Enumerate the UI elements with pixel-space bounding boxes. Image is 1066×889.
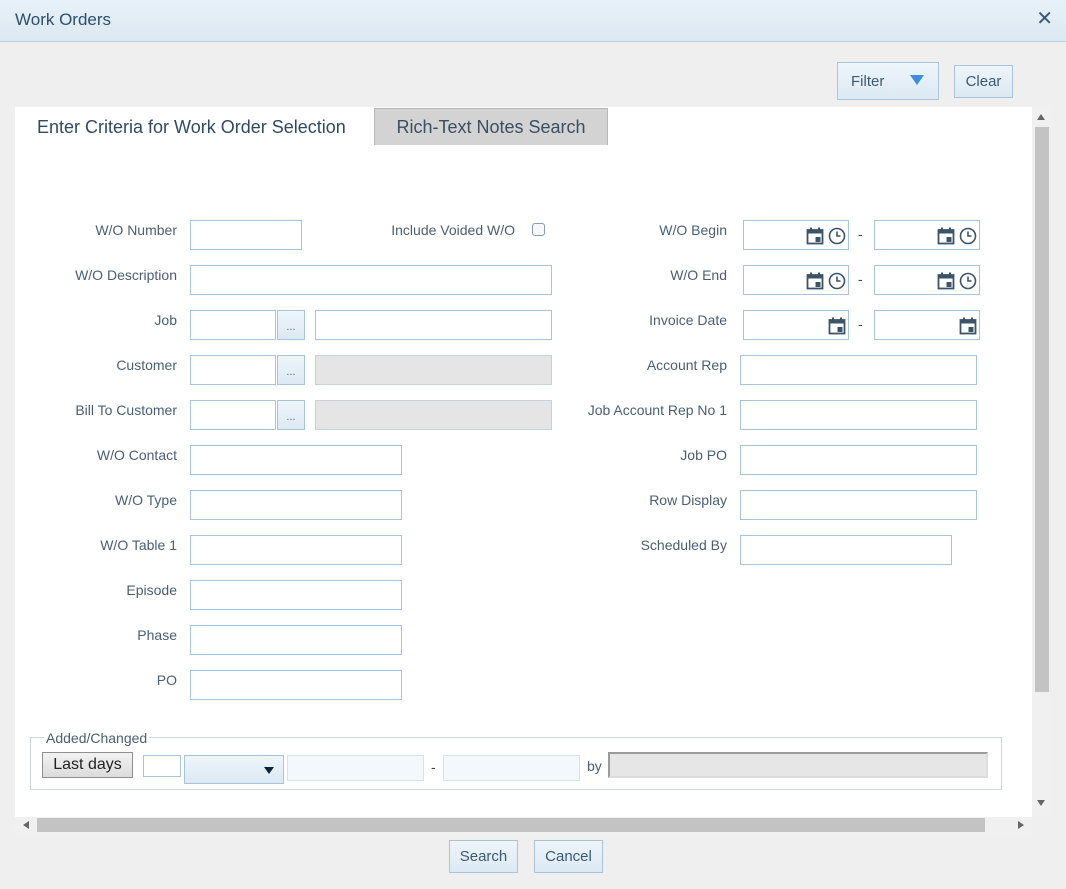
include-voided-label: Include Voided W/O — [391, 222, 515, 238]
calendar-icon[interactable] — [805, 270, 825, 292]
job-label: Job — [154, 312, 177, 328]
bill-to-customer-label: Bill To Customer — [75, 402, 177, 418]
wo-contact-input[interactable] — [190, 445, 402, 475]
last-days-button[interactable]: Last days — [42, 752, 133, 778]
period-select[interactable] — [184, 755, 284, 784]
horizontal-scrollbar[interactable] — [15, 817, 1032, 834]
bill-to-code-input[interactable] — [190, 400, 276, 430]
clock-icon[interactable] — [827, 270, 847, 292]
calendar-icon[interactable] — [827, 315, 847, 337]
po-label: PO — [156, 672, 177, 688]
bill-to-name-field — [315, 400, 552, 430]
wo-begin-to-input[interactable] — [874, 220, 980, 250]
job-account-rep-input[interactable] — [740, 400, 977, 430]
clock-icon[interactable] — [827, 225, 847, 247]
phase-input[interactable] — [190, 625, 402, 655]
wo-type-label: W/O Type — [115, 492, 177, 508]
job-lookup-button[interactable]: ... — [277, 310, 305, 340]
episode-input[interactable] — [190, 580, 402, 610]
wo-contact-label: W/O Contact — [96, 447, 177, 463]
vertical-scrollbar[interactable] — [1032, 107, 1050, 817]
title-bar: Work Orders ✕ — [0, 0, 1066, 42]
dropdown-caret-icon — [264, 767, 274, 774]
range-dash: - — [858, 316, 863, 332]
invoice-date-to-input[interactable] — [874, 310, 980, 340]
job-po-label: Job PO — [680, 447, 727, 463]
scheduled-by-input[interactable] — [740, 535, 952, 565]
wo-begin-label: W/O Begin — [659, 222, 727, 238]
wo-number-input[interactable] — [190, 220, 302, 250]
cancel-button[interactable]: Cancel — [534, 840, 603, 873]
include-voided-checkbox[interactable] — [532, 223, 545, 236]
horizontal-scroll-thumb[interactable] — [37, 818, 985, 832]
search-button[interactable]: Search — [449, 840, 518, 873]
row-display-label: Row Display — [649, 492, 727, 508]
tab-criteria[interactable]: Enter Criteria for Work Order Selection — [37, 117, 346, 138]
changed-to-input[interactable] — [443, 755, 580, 781]
days-count-input[interactable] — [143, 755, 181, 777]
wo-description-label: W/O Description — [75, 267, 177, 283]
added-changed-legend: Added/Changed — [44, 730, 150, 746]
job-code-input[interactable] — [190, 310, 276, 340]
calendar-icon[interactable] — [936, 270, 956, 292]
calendar-icon[interactable] — [936, 225, 956, 247]
wo-description-input[interactable] — [190, 265, 552, 295]
clear-button[interactable]: Clear — [954, 65, 1013, 98]
filter-label: Filter — [851, 72, 885, 90]
range-dash: - — [431, 759, 436, 775]
job-name-input[interactable] — [315, 310, 552, 340]
wo-begin-from-input[interactable] — [743, 220, 849, 250]
scroll-left-icon[interactable] — [23, 821, 29, 829]
phase-label: Phase — [137, 627, 177, 643]
account-rep-label: Account Rep — [646, 357, 727, 373]
wo-number-label: W/O Number — [95, 222, 177, 238]
calendar-icon[interactable] — [958, 315, 978, 337]
customer-label: Customer — [116, 357, 177, 373]
clock-icon[interactable] — [958, 225, 978, 247]
filter-button[interactable]: Filter — [837, 62, 939, 100]
tab-rich-text-notes[interactable]: Rich-Text Notes Search — [374, 108, 608, 145]
criteria-panel: Enter Criteria for Work Order Selection … — [15, 107, 1032, 817]
po-input[interactable] — [190, 670, 402, 700]
scroll-down-icon[interactable] — [1037, 800, 1045, 806]
by-label: by — [587, 758, 602, 774]
customer-name-field — [315, 355, 552, 385]
wo-table1-label: W/O Table 1 — [100, 537, 177, 553]
vertical-scroll-thumb[interactable] — [1035, 127, 1049, 692]
job-account-rep-label: Job Account Rep No 1 — [587, 402, 727, 418]
bill-to-lookup-button[interactable]: ... — [277, 400, 305, 430]
row-display-input[interactable] — [740, 490, 977, 520]
changed-from-input[interactable] — [287, 755, 424, 781]
episode-label: Episode — [126, 582, 177, 598]
customer-code-input[interactable] — [190, 355, 276, 385]
invoice-date-label: Invoice Date — [649, 312, 727, 328]
wo-end-to-input[interactable] — [874, 265, 980, 295]
filter-caret-icon — [910, 75, 924, 85]
changed-by-field[interactable] — [608, 752, 988, 778]
window-title: Work Orders — [15, 10, 112, 29]
scheduled-by-label: Scheduled By — [640, 537, 727, 553]
range-dash: - — [858, 271, 863, 287]
clock-icon[interactable] — [958, 270, 978, 292]
wo-end-label: W/O End — [670, 267, 727, 283]
calendar-icon[interactable] — [805, 225, 825, 247]
customer-lookup-button[interactable]: ... — [277, 355, 305, 385]
invoice-date-from-input[interactable] — [743, 310, 849, 340]
wo-type-input[interactable] — [190, 490, 402, 520]
job-po-input[interactable] — [740, 445, 977, 475]
wo-end-from-input[interactable] — [743, 265, 849, 295]
scroll-up-icon[interactable] — [1037, 114, 1045, 120]
scroll-right-icon[interactable] — [1018, 821, 1024, 829]
account-rep-input[interactable] — [740, 355, 977, 385]
range-dash: - — [858, 226, 863, 242]
close-icon[interactable]: ✕ — [1036, 8, 1053, 30]
wo-table1-input[interactable] — [190, 535, 402, 565]
